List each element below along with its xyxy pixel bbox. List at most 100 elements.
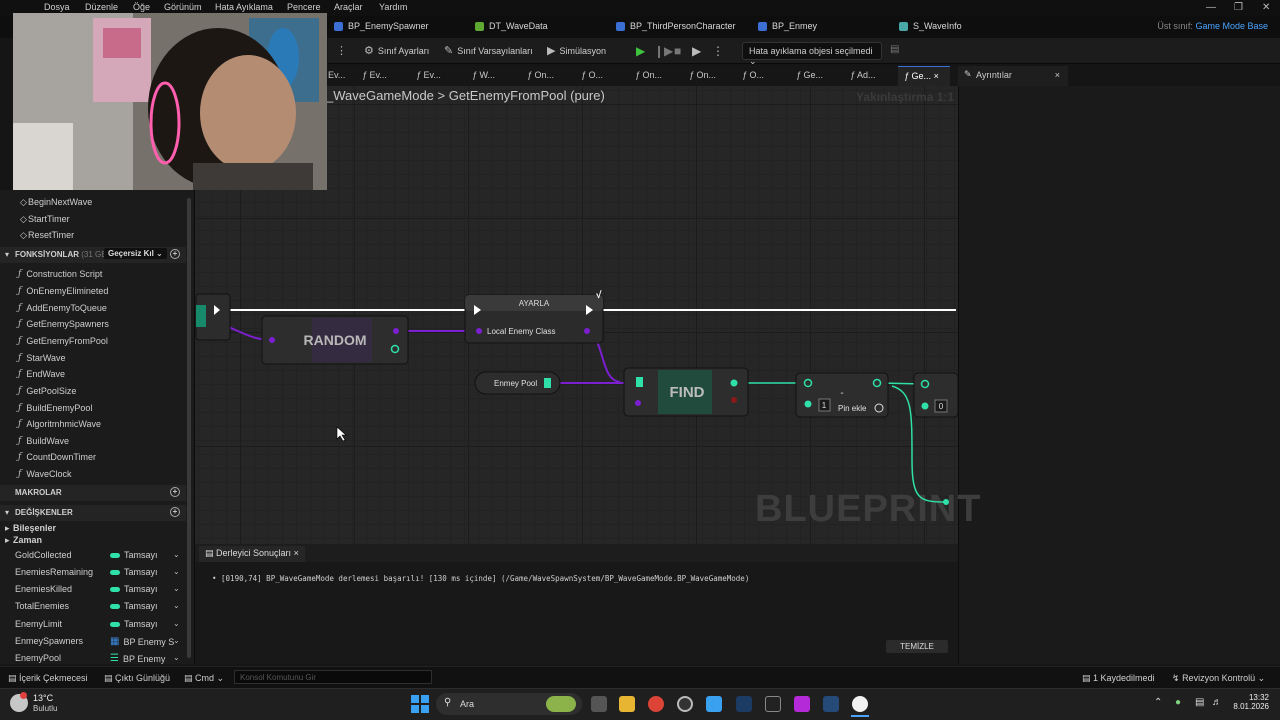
chevron-down-icon[interactable]: ⌄ [173,550,180,559]
eject-icon[interactable]: ▶ [692,44,701,58]
tray-app-icon[interactable]: ● [1175,697,1181,708]
graph-tab[interactable]: ƒ W... [472,70,495,80]
event-item[interactable]: ◇ BeginNextWave [20,197,92,207]
parent-class-link[interactable]: Game Mode Base [1195,21,1268,31]
close-tab-icon[interactable]: × [294,548,299,558]
variable-type[interactable]: Tamsayı [110,584,158,594]
volume-icon[interactable]: ♬ [1212,697,1222,708]
add-function-icon[interactable]: + [170,249,180,259]
graph-tab[interactable]: ƒ O... [581,70,603,80]
add-macro-icon[interactable]: + [170,487,180,497]
github-icon[interactable] [677,696,693,712]
toolbar-more-button[interactable]: ⋮ [336,44,347,57]
network-icon[interactable]: ▤ [1195,697,1204,708]
graph-tab[interactable]: ƒ Ev... [362,70,387,80]
chevron-down-icon[interactable]: ⌄ [173,653,180,662]
menu-tools[interactable]: Araçlar [334,2,363,12]
function-item[interactable]: ƒ Construction Script [18,269,102,279]
class-defaults-button[interactable]: ✎ Sınıf Varsayılanları [444,44,533,57]
category-item[interactable]: ▸ Bileşenler [5,523,56,533]
unsaved-indicator[interactable]: ▤ 1 Kaydedilmedi [1082,673,1155,684]
menu-file[interactable]: Dosya [44,2,70,12]
chevron-down-icon[interactable]: ⌄ [173,636,180,645]
variable-item[interactable]: EnemiesKilled [15,584,72,594]
unreal-engine-icon[interactable] [852,696,868,712]
override-dropdown[interactable]: Geçersiz Kıl ⌄ [104,248,167,259]
function-item[interactable]: ƒ WaveClock [18,469,72,479]
console-input[interactable]: Konsol Komutunu Gir [234,670,432,684]
chrome-icon[interactable] [648,696,664,712]
breadcrumb-parent[interactable]: _WaveGameMode [326,88,434,103]
play-icon[interactable]: ▶ [636,44,645,58]
variables-section-header[interactable]: ▾ DEĞİŞKENLER + [0,505,186,521]
menu-asset[interactable]: Öğe [133,2,150,12]
tab-bp-enmey[interactable]: BP_Enmey [758,21,817,31]
macros-section-header[interactable]: MAKROLAR + [0,485,186,501]
chevron-down-icon[interactable]: ⌄ [173,619,180,628]
function-item[interactable]: ƒ GetPoolSize [18,386,76,396]
graph-tab-active[interactable]: ƒ Ge... × [898,66,950,86]
stop-icon[interactable]: ■ [674,44,681,58]
event-item[interactable]: ◇ StartTimer [20,214,70,224]
task-view-icon[interactable] [591,696,607,712]
close-tab-icon[interactable]: × [934,71,939,81]
output-log-button[interactable]: ▤ Çıktı Günlüğü [104,673,170,684]
function-item[interactable]: ƒ AlgoritmhmicWave [18,419,101,429]
left-panel-scrollbar[interactable] [187,198,191,658]
app-icon[interactable] [794,696,810,712]
graph-tab[interactable]: Ev... [328,70,345,80]
function-item[interactable]: ƒ OnEnemyElimineted [18,286,108,296]
close-icon[interactable]: ✕ [1262,2,1270,13]
debug-object-select[interactable]: Hata ayıklama objesi seçilmedi ⌄ [742,42,882,66]
taskbar-clock[interactable]: 13:32 8.01.2026 [1233,693,1269,711]
step-icon[interactable]: ❙▶ [654,44,673,58]
menu-debug[interactable]: Hata Ayıklama [215,2,273,12]
menu-help[interactable]: Yardım [379,2,407,12]
variable-item[interactable]: EnemiesRemaining [15,567,93,577]
tab-compiler-results[interactable]: ▤ Derleyici Sonuçları × [199,546,305,562]
function-item[interactable]: ƒ EndWave [18,369,65,379]
tab-s-waveinfo[interactable]: S_WaveInfo [899,21,962,31]
store-icon[interactable] [706,696,722,712]
function-item[interactable]: ƒ AddEnemyToQueue [18,303,107,313]
graph-tab[interactable]: ƒ On... [635,70,662,80]
function-item[interactable]: ƒ GetEnemyFromPool [18,336,108,346]
chevron-down-icon[interactable]: ⌄ [173,584,180,593]
variable-item[interactable]: GoldCollected [15,550,72,560]
windows-start-icon[interactable] [411,695,429,713]
tab-bp-thirdpersoncharacter[interactable]: BP_ThirdPersonCharacter [616,21,736,31]
revision-control-button[interactable]: ↯ Revizyon Kontrolü ⌄ [1172,673,1265,684]
variable-item[interactable]: EnmeySpawners [15,636,83,646]
graph-tab[interactable]: ƒ Ad... [850,70,876,80]
variable-type[interactable]: Tamsayı [110,601,158,611]
close-tab-icon[interactable]: × [1055,70,1060,80]
function-item[interactable]: ƒ CountDownTimer [18,452,96,462]
menu-view[interactable]: Görünüm [164,2,202,12]
event-item[interactable]: ◇ ResetTimer [20,230,74,240]
variable-item[interactable]: EnemyPool [15,653,61,663]
tab-bp-enemyspawner[interactable]: BP_EnemySpawner [334,21,429,31]
taskbar-search[interactable]: ⚲ Ara [436,693,582,715]
variable-type[interactable]: ▦ BP Enemy S [110,636,174,647]
graph-tab[interactable]: ƒ Ge... [796,70,823,80]
menu-edit[interactable]: Düzenle [85,2,118,12]
chevron-down-icon[interactable]: ⌄ [173,567,180,576]
debug-browse-icon[interactable]: ▤ [890,44,899,55]
details-tab[interactable]: Ayrıntılar × ✎ [958,66,1068,86]
content-drawer-button[interactable]: ▤ İçerik Çekmecesi [8,673,88,684]
class-settings-button[interactable]: ⚙ Sınıf Ayarları [364,44,429,57]
steam-alt-icon[interactable] [823,696,839,712]
variable-item[interactable]: EnemyLimit [15,619,62,629]
play-options-icon[interactable]: ⋮ [712,44,724,58]
minimize-icon[interactable]: — [1206,2,1216,13]
file-explorer-icon[interactable] [619,696,635,712]
steam-icon[interactable] [736,696,752,712]
add-variable-icon[interactable]: + [170,507,180,517]
variable-type[interactable]: Tamsayı [110,567,158,577]
functions-section-header[interactable]: ▾ FONKSİYONLAR (31 GEÇ Geçersiz Kıl ⌄ + [0,247,186,263]
function-item[interactable]: ƒ BuildEnemyPool [18,403,92,413]
variable-type[interactable]: ☰ BP Enemy [110,653,165,664]
function-item[interactable]: ƒ StarWave [18,353,66,363]
tray-expand-icon[interactable]: ⌃ [1154,697,1162,708]
cmd-dropdown[interactable]: ▤ Cmd ⌄ [184,673,224,684]
